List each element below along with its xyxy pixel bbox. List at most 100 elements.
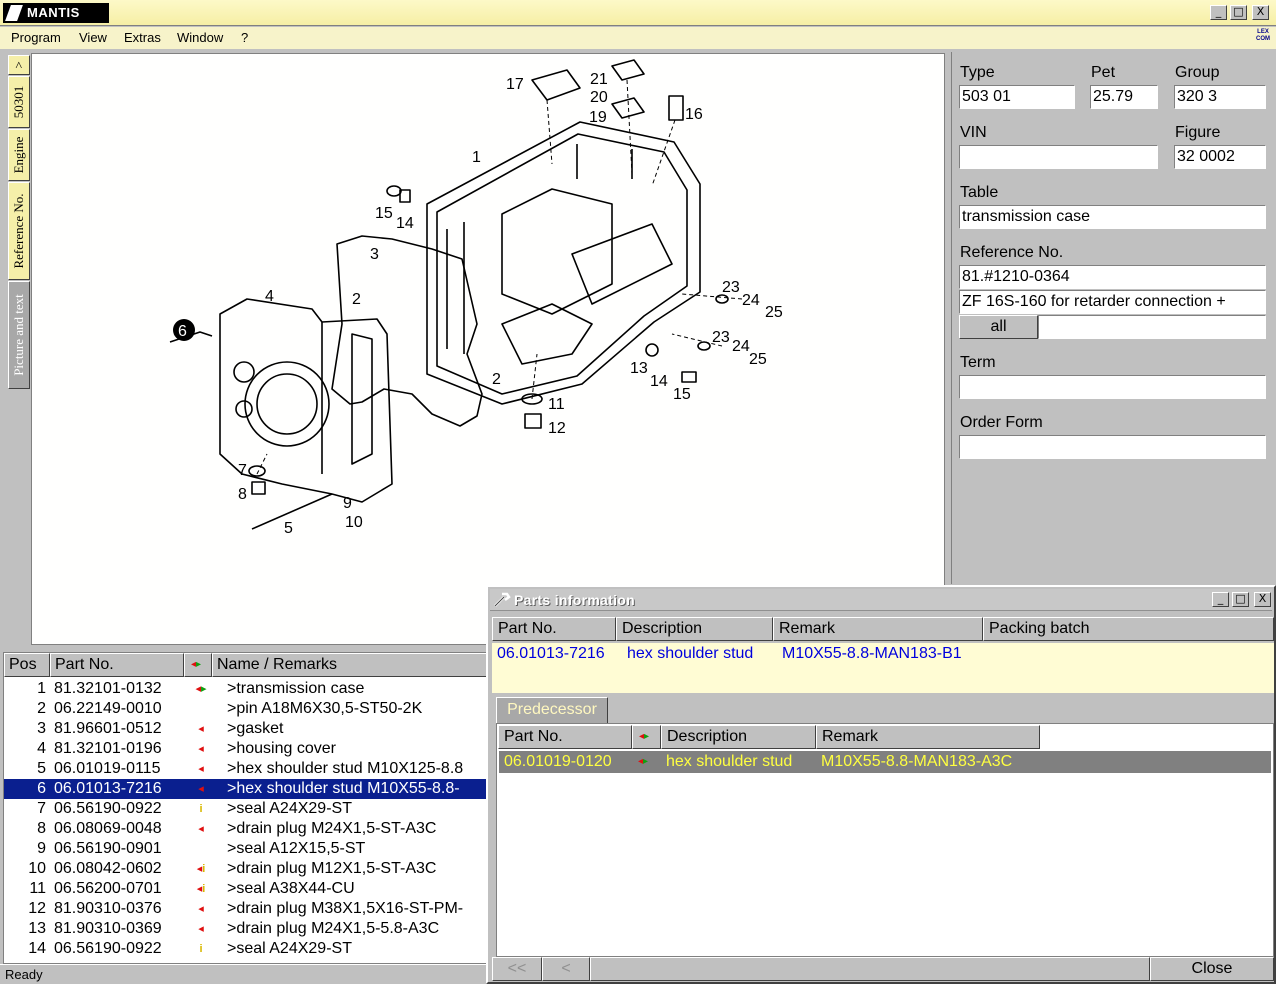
table-row[interactable]: 3 81.96601-0512 ◂ >gasket [4, 719, 487, 739]
callout-8[interactable]: 8 [238, 486, 247, 503]
callout-14b[interactable]: 14 [650, 373, 668, 390]
callout-25a[interactable]: 25 [765, 304, 783, 321]
row-pos: 11 [29, 880, 46, 897]
pi-close-button[interactable]: X [1254, 592, 1271, 607]
callout-25b[interactable]: 25 [749, 351, 767, 368]
order-form-field[interactable] [959, 435, 1266, 459]
callout-16[interactable]: 16 [685, 106, 703, 123]
callout-23b[interactable]: 23 [712, 329, 730, 346]
menu-extras[interactable]: Extras [124, 30, 161, 45]
pred-header-indicator[interactable]: ◂▸ [632, 725, 661, 749]
table-row[interactable]: 8 06.08069-0048 ◂ >drain plug M24X1,5-ST-A3… [4, 819, 487, 839]
figure-field[interactable]: 32 0002 [1174, 145, 1266, 169]
pred-header-description[interactable]: Description [661, 725, 816, 749]
callout-24a[interactable]: 24 [742, 292, 760, 309]
callout-5[interactable]: 5 [284, 520, 293, 537]
pi-remark: M10X55-8.8-MAN183-B1 [782, 645, 962, 662]
previous-button[interactable]: < [542, 957, 590, 981]
callout-10[interactable]: 10 [345, 514, 363, 531]
callout-6-highlight[interactable]: 6 [173, 319, 195, 341]
group-field[interactable]: 320 3 [1174, 85, 1266, 109]
term-field[interactable] [959, 375, 1266, 399]
menu-window[interactable]: Window [177, 30, 223, 45]
callout-11[interactable]: 11 [548, 396, 565, 413]
callout-17[interactable]: 17 [506, 76, 524, 93]
pi-maximize-button[interactable]: □ [1232, 592, 1249, 607]
callout-3[interactable]: 3 [370, 246, 379, 263]
column-header-name[interactable]: Name / Remarks [212, 653, 487, 677]
table-row[interactable]: 6 06.01013-7216 ◂ >hex shoulder stud M10X55… [4, 779, 487, 799]
column-header-pos[interactable]: Pos [4, 653, 50, 677]
callout-14a[interactable]: 14 [396, 215, 414, 232]
table-row[interactable]: 1 81.32101-0132 ◂▸ >transmission case [4, 679, 487, 699]
row-name: >drain plug M24X1,5-ST-A3C [227, 820, 437, 837]
tab-predecessor[interactable]: Predecessor [496, 697, 608, 723]
exploded-parts-drawing[interactable]: 17 21 20 19 16 1 15 14 3 2 4 6 23 24 25 … [31, 53, 945, 645]
pi-header-part-no[interactable]: Part No. [492, 617, 616, 641]
column-header-part-no[interactable]: Part No. [50, 653, 184, 677]
callout-1[interactable]: 1 [472, 149, 481, 166]
predecessor-row[interactable]: 06.01019-0120 ◂▸ hex shoulder stud M10X5… [499, 751, 1271, 773]
tab-type[interactable]: 50301 [8, 76, 30, 128]
table-row[interactable]: 9 06.56190-0901 >seal A12X15,5-ST [4, 839, 487, 859]
pi-header-remark[interactable]: Remark [773, 617, 983, 641]
table-row[interactable]: 7 06.56190-0922 i >seal A24X29-ST [4, 799, 487, 819]
column-header-indicator[interactable]: ◂▸ [184, 653, 212, 677]
tab-expand[interactable]: > [8, 55, 30, 75]
type-field[interactable]: 503 01 [959, 85, 1075, 109]
table-row[interactable]: 11 06.56200-0701 ◂i >seal A38X44-CU [4, 879, 487, 899]
callout-4[interactable]: 4 [265, 288, 274, 305]
callout-2b[interactable]: 2 [492, 371, 501, 388]
table-row[interactable]: 5 06.01019-0115 ◂ >hex shoulder stud M10X12… [4, 759, 487, 779]
menu-help[interactable]: ? [241, 30, 248, 45]
callout-23a[interactable]: 23 [722, 279, 740, 296]
maximize-button[interactable]: □ [1230, 5, 1247, 20]
pred-header-part-no[interactable]: Part No. [498, 725, 632, 749]
pi-minimize-button[interactable]: _ [1212, 592, 1229, 607]
reference-field[interactable]: 81.#1210-0364 [959, 265, 1266, 289]
lexcom-icon[interactable]: LEX COM [1254, 29, 1272, 45]
row-pos: 3 [37, 720, 46, 737]
all-button[interactable]: all [959, 315, 1038, 339]
callout-9[interactable]: 9 [343, 495, 352, 512]
first-button[interactable]: << [492, 957, 542, 981]
pet-field[interactable]: 25.79 [1090, 85, 1158, 109]
seal-23a [715, 294, 729, 304]
minimize-button[interactable]: _ [1210, 5, 1227, 20]
tab-picture-and-text[interactable]: Picture and text [8, 281, 30, 389]
callout-13[interactable]: 13 [630, 360, 648, 377]
table-row[interactable]: 13 81.90310-0369 ◂ >drain plug M24X1,5-5.8-… [4, 919, 487, 939]
callout-24b[interactable]: 24 [732, 338, 750, 355]
callout-6[interactable]: 6 [178, 323, 187, 340]
callout-21[interactable]: 21 [590, 71, 608, 88]
pred-header-remark[interactable]: Remark [816, 725, 1040, 749]
callout-15b[interactable]: 15 [673, 386, 691, 403]
row-indicator-icon: ◂ [198, 743, 204, 755]
table-row[interactable]: 14 06.56190-0922 i >seal A24X29-ST [4, 939, 487, 959]
callout-20[interactable]: 20 [590, 89, 608, 106]
table-row[interactable]: 2 06.22149-0010 >pin A18M6X30,5-ST50-2K [4, 699, 487, 719]
callout-7[interactable]: 7 [238, 462, 247, 479]
table-row[interactable]: 10 06.08042-0602 ◂i >drain plug M12X1,5-ST-… [4, 859, 487, 879]
close-parts-info-button[interactable]: Close [1150, 957, 1274, 981]
row-part-no: 06.01013-7216 [54, 780, 162, 797]
menu-program[interactable]: Program [11, 30, 61, 45]
callout-12[interactable]: 12 [548, 420, 566, 437]
tab-reference-no[interactable]: Reference No. [8, 182, 30, 280]
pi-header-description[interactable]: Description [616, 617, 773, 641]
callout-2a[interactable]: 2 [352, 291, 361, 308]
tab-engine[interactable]: Engine [8, 129, 30, 181]
table-field[interactable]: transmission case [959, 205, 1266, 229]
reference-filter-field[interactable] [1038, 315, 1266, 339]
table-row[interactable]: 12 81.90310-0376 ◂ >drain plug M38X1,5X16-S… [4, 899, 487, 919]
callout-19[interactable]: 19 [589, 109, 607, 126]
close-button[interactable]: X [1252, 5, 1269, 20]
callout-15a[interactable]: 15 [375, 205, 393, 222]
group-label: Group [1175, 64, 1220, 81]
reference-description-field[interactable]: ZF 16S-160 for retarder connection + [959, 290, 1266, 314]
menu-view[interactable]: View [79, 30, 107, 45]
pi-detail-row[interactable]: 06.01013-7216 hex shoulder stud M10X55-8… [492, 643, 1274, 693]
vin-field[interactable] [959, 145, 1158, 169]
table-row[interactable]: 4 81.32101-0196 ◂ >housing cover [4, 739, 487, 759]
pi-header-packing-batch[interactable]: Packing batch [983, 617, 1274, 641]
